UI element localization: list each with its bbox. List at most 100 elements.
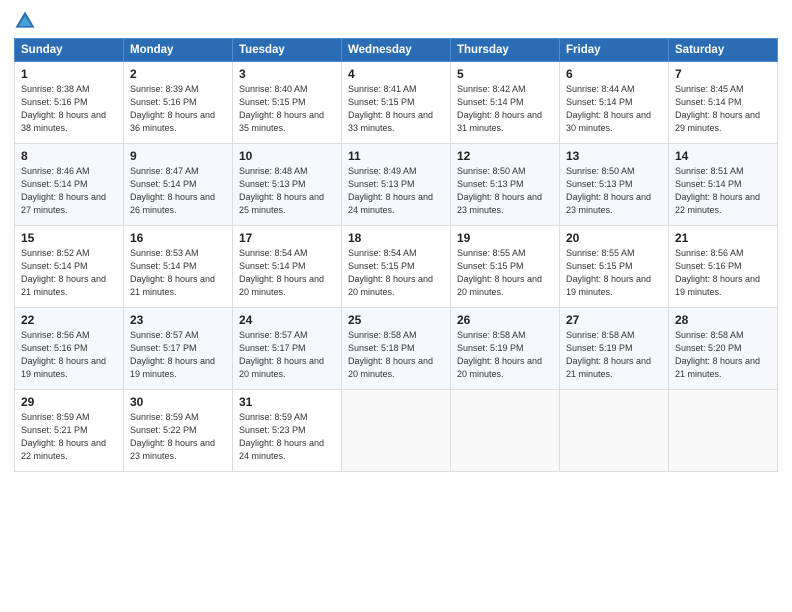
logo-icon	[14, 10, 36, 32]
calendar-week-row: 8Sunrise: 8:46 AMSunset: 5:14 PMDaylight…	[15, 144, 778, 226]
day-of-week-header: Friday	[560, 39, 669, 62]
day-info: Sunrise: 8:50 AMSunset: 5:13 PMDaylight:…	[566, 165, 662, 217]
calendar-cell: 11 Sunrise: 8:49 AMSunset: 5:13 PMDayligh…	[342, 144, 451, 226]
day-number: 16	[130, 231, 226, 245]
day-info: Sunrise: 8:55 AMSunset: 5:15 PMDaylight:…	[457, 247, 553, 299]
day-info: Sunrise: 8:56 AMSunset: 5:16 PMDaylight:…	[675, 247, 771, 299]
day-number: 18	[348, 231, 444, 245]
header	[14, 10, 778, 32]
day-number: 26	[457, 313, 553, 327]
calendar-week-row: 15 Sunrise: 8:52 AMSunset: 5:14 PMDayligh…	[15, 226, 778, 308]
calendar-cell: 17 Sunrise: 8:54 AMSunset: 5:14 PMDayligh…	[233, 226, 342, 308]
day-info: Sunrise: 8:48 AMSunset: 5:13 PMDaylight:…	[239, 165, 335, 217]
day-number: 22	[21, 313, 117, 327]
day-number: 19	[457, 231, 553, 245]
day-number: 23	[130, 313, 226, 327]
day-number: 4	[348, 67, 444, 81]
day-number: 24	[239, 313, 335, 327]
calendar-cell: 4 Sunrise: 8:41 AMSunset: 5:15 PMDaylight…	[342, 62, 451, 144]
calendar-cell: 2 Sunrise: 8:39 AMSunset: 5:16 PMDaylight…	[124, 62, 233, 144]
day-of-week-header: Wednesday	[342, 39, 451, 62]
day-info: Sunrise: 8:58 AMSunset: 5:20 PMDaylight:…	[675, 329, 771, 381]
day-of-week-header: Tuesday	[233, 39, 342, 62]
calendar-cell: 10 Sunrise: 8:48 AMSunset: 5:13 PMDayligh…	[233, 144, 342, 226]
day-info: Sunrise: 8:39 AMSunset: 5:16 PMDaylight:…	[130, 83, 226, 135]
day-number: 14	[675, 149, 771, 163]
day-info: Sunrise: 8:54 AMSunset: 5:14 PMDaylight:…	[239, 247, 335, 299]
day-number: 29	[21, 395, 117, 409]
day-of-week-header: Monday	[124, 39, 233, 62]
calendar-cell: 3 Sunrise: 8:40 AMSunset: 5:15 PMDaylight…	[233, 62, 342, 144]
logo	[14, 10, 38, 32]
day-of-week-header: Sunday	[15, 39, 124, 62]
day-info: Sunrise: 8:58 AMSunset: 5:19 PMDaylight:…	[566, 329, 662, 381]
calendar-cell: 29 Sunrise: 8:59 AMSunset: 5:21 PMDayligh…	[15, 390, 124, 472]
day-info: Sunrise: 8:59 AMSunset: 5:21 PMDaylight:…	[21, 411, 117, 463]
day-number: 9	[130, 149, 226, 163]
calendar-cell: 30Sunrise: 8:59 AMSunset: 5:22 PMDayligh…	[124, 390, 233, 472]
day-info: Sunrise: 8:41 AMSunset: 5:15 PMDaylight:…	[348, 83, 444, 135]
day-info: Sunrise: 8:56 AMSunset: 5:16 PMDaylight:…	[21, 329, 117, 381]
calendar-week-row: 22 Sunrise: 8:56 AMSunset: 5:16 PMDayligh…	[15, 308, 778, 390]
calendar-cell	[669, 390, 778, 472]
day-number: 20	[566, 231, 662, 245]
calendar-week-row: 1 Sunrise: 8:38 AMSunset: 5:16 PMDaylight…	[15, 62, 778, 144]
day-info: Sunrise: 8:59 AMSunset: 5:23 PMDaylight:…	[239, 411, 335, 463]
day-info: Sunrise: 8:58 AMSunset: 5:19 PMDaylight:…	[457, 329, 553, 381]
calendar-cell: 16Sunrise: 8:53 AMSunset: 5:14 PMDayligh…	[124, 226, 233, 308]
calendar-cell	[560, 390, 669, 472]
day-info: Sunrise: 8:55 AMSunset: 5:15 PMDaylight:…	[566, 247, 662, 299]
calendar-cell: 26 Sunrise: 8:58 AMSunset: 5:19 PMDayligh…	[451, 308, 560, 390]
calendar-cell	[342, 390, 451, 472]
day-number: 11	[348, 149, 444, 163]
day-number: 27	[566, 313, 662, 327]
calendar-cell: 28 Sunrise: 8:58 AMSunset: 5:20 PMDayligh…	[669, 308, 778, 390]
calendar-cell: 19 Sunrise: 8:55 AMSunset: 5:15 PMDayligh…	[451, 226, 560, 308]
day-number: 30	[130, 395, 226, 409]
day-info: Sunrise: 8:50 AMSunset: 5:13 PMDaylight:…	[457, 165, 553, 217]
calendar-table: SundayMondayTuesdayWednesdayThursdayFrid…	[14, 38, 778, 472]
day-number: 10	[239, 149, 335, 163]
day-info: Sunrise: 8:51 AMSunset: 5:14 PMDaylight:…	[675, 165, 771, 217]
calendar-cell: 13 Sunrise: 8:50 AMSunset: 5:13 PMDayligh…	[560, 144, 669, 226]
calendar-cell: 12 Sunrise: 8:50 AMSunset: 5:13 PMDayligh…	[451, 144, 560, 226]
calendar-cell: 27 Sunrise: 8:58 AMSunset: 5:19 PMDayligh…	[560, 308, 669, 390]
day-info: Sunrise: 8:45 AMSunset: 5:14 PMDaylight:…	[675, 83, 771, 135]
day-info: Sunrise: 8:52 AMSunset: 5:14 PMDaylight:…	[21, 247, 117, 299]
calendar-cell: 20 Sunrise: 8:55 AMSunset: 5:15 PMDayligh…	[560, 226, 669, 308]
calendar-cell: 14 Sunrise: 8:51 AMSunset: 5:14 PMDayligh…	[669, 144, 778, 226]
calendar-cell: 15 Sunrise: 8:52 AMSunset: 5:14 PMDayligh…	[15, 226, 124, 308]
day-info: Sunrise: 8:38 AMSunset: 5:16 PMDaylight:…	[21, 83, 117, 135]
day-number: 2	[130, 67, 226, 81]
calendar-cell	[451, 390, 560, 472]
day-number: 7	[675, 67, 771, 81]
calendar-cell: 5Sunrise: 8:42 AMSunset: 5:14 PMDaylight…	[451, 62, 560, 144]
day-number: 1	[21, 67, 117, 81]
day-number: 3	[239, 67, 335, 81]
day-number: 8	[21, 149, 117, 163]
day-info: Sunrise: 8:58 AMSunset: 5:18 PMDaylight:…	[348, 329, 444, 381]
calendar-cell: 1 Sunrise: 8:38 AMSunset: 5:16 PMDaylight…	[15, 62, 124, 144]
days-header-row: SundayMondayTuesdayWednesdayThursdayFrid…	[15, 39, 778, 62]
calendar-week-row: 29 Sunrise: 8:59 AMSunset: 5:21 PMDayligh…	[15, 390, 778, 472]
calendar-cell: 8Sunrise: 8:46 AMSunset: 5:14 PMDaylight…	[15, 144, 124, 226]
day-info: Sunrise: 8:47 AMSunset: 5:14 PMDaylight:…	[130, 165, 226, 217]
calendar-cell: 24Sunrise: 8:57 AMSunset: 5:17 PMDayligh…	[233, 308, 342, 390]
day-number: 13	[566, 149, 662, 163]
day-number: 28	[675, 313, 771, 327]
day-number: 15	[21, 231, 117, 245]
day-info: Sunrise: 8:40 AMSunset: 5:15 PMDaylight:…	[239, 83, 335, 135]
calendar-cell: 6 Sunrise: 8:44 AMSunset: 5:14 PMDaylight…	[560, 62, 669, 144]
day-number: 6	[566, 67, 662, 81]
day-number: 5	[457, 67, 553, 81]
day-info: Sunrise: 8:44 AMSunset: 5:14 PMDaylight:…	[566, 83, 662, 135]
day-of-week-header: Saturday	[669, 39, 778, 62]
day-of-week-header: Thursday	[451, 39, 560, 62]
calendar-cell: 25Sunrise: 8:58 AMSunset: 5:18 PMDayligh…	[342, 308, 451, 390]
day-info: Sunrise: 8:49 AMSunset: 5:13 PMDaylight:…	[348, 165, 444, 217]
calendar-page: SundayMondayTuesdayWednesdayThursdayFrid…	[0, 0, 792, 612]
day-number: 12	[457, 149, 553, 163]
day-number: 17	[239, 231, 335, 245]
day-number: 21	[675, 231, 771, 245]
day-info: Sunrise: 8:54 AMSunset: 5:15 PMDaylight:…	[348, 247, 444, 299]
